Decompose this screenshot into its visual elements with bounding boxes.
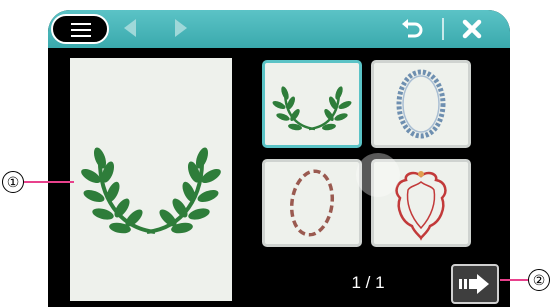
callout-line-2	[500, 279, 528, 281]
callout-1: ①	[2, 171, 24, 193]
menu-icon	[71, 23, 91, 37]
undo-icon[interactable]	[399, 16, 425, 42]
transition-overlay	[356, 153, 400, 197]
gallery-item-beaded-oval-frame[interactable]	[371, 60, 471, 148]
striped-oval-frame-thumbnail	[289, 169, 335, 237]
next-step-button[interactable]	[451, 264, 499, 304]
toolbar-divider	[442, 18, 444, 40]
close-icon[interactable]	[460, 17, 484, 41]
design-preview	[70, 58, 232, 301]
arrow-left-icon[interactable]	[124, 19, 136, 37]
callout-2: ②	[528, 269, 550, 291]
beaded-oval-frame-thumbnail	[396, 69, 446, 139]
laurel-wreath-thumbnail	[272, 86, 352, 131]
callout-line-1	[24, 181, 74, 183]
page-indicator: 1 / 1	[351, 273, 385, 292]
next-step-icon	[459, 274, 489, 294]
top-toolbar	[48, 10, 510, 48]
gallery-item-striped-oval-frame[interactable]	[262, 159, 362, 247]
device-screen: 1 / 1	[48, 10, 510, 307]
menu-button[interactable]	[51, 14, 109, 44]
gallery-item-laurel-wreath[interactable]	[262, 60, 362, 148]
laurel-wreath-preview	[81, 147, 221, 234]
arrow-right-icon[interactable]	[175, 19, 187, 37]
